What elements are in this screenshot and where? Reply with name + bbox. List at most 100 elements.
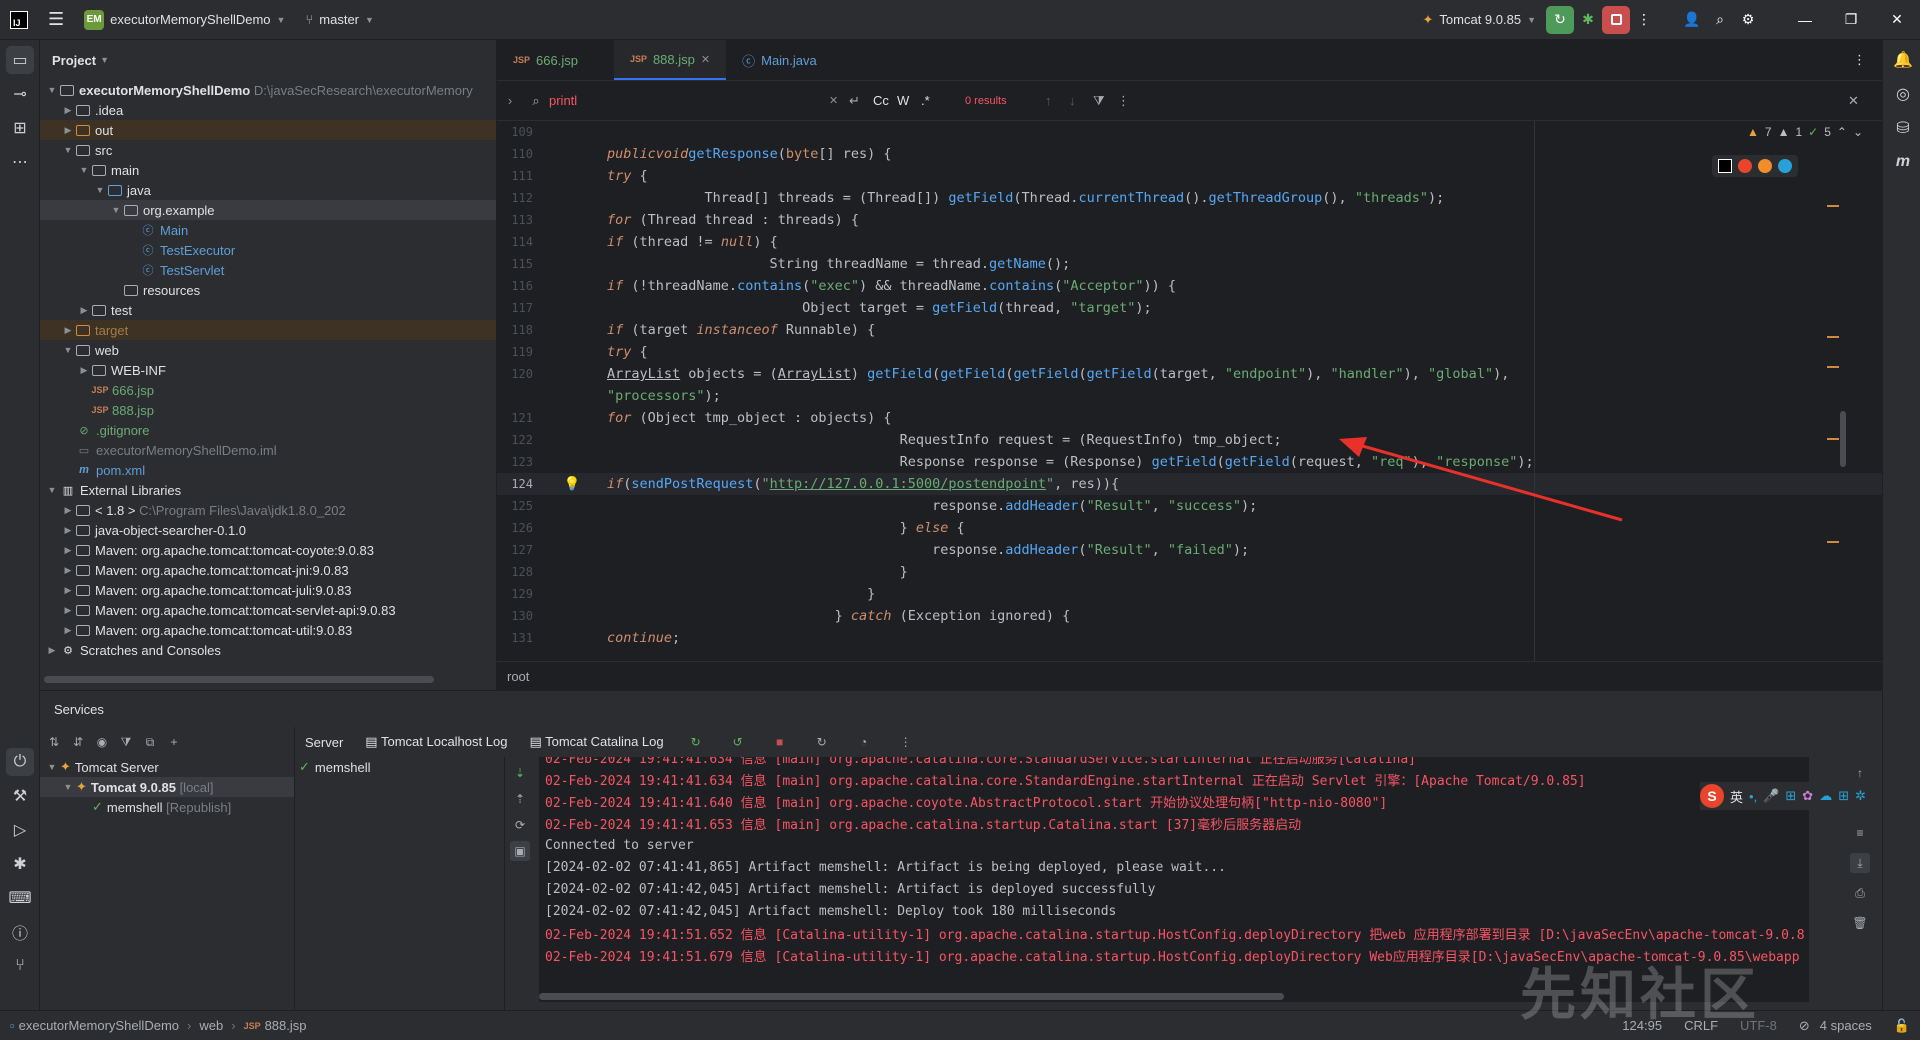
- tree-node[interactable]: ⓒ TestExecutor: [40, 240, 496, 260]
- commit-tool-icon[interactable]: ⊸: [6, 80, 34, 108]
- tree-node[interactable]: ▭ executorMemoryShellDemo.iml: [40, 440, 496, 460]
- new-line-icon[interactable]: ↵: [849, 93, 873, 109]
- filter-icon[interactable]: ⧩: [1093, 93, 1117, 109]
- find-input[interactable]: [549, 93, 829, 108]
- tab-888-jsp[interactable]: JSP 888.jsp ✕: [613, 40, 727, 80]
- tree-node[interactable]: ▼ web: [40, 340, 496, 360]
- app-logo[interactable]: IJ: [0, 6, 38, 34]
- tab-main-java[interactable]: ⓒ Main.java: [726, 40, 833, 80]
- tree-node[interactable]: JSP 666.jsp: [40, 380, 496, 400]
- maximize-button[interactable]: ❐: [1828, 6, 1874, 34]
- indent-setting[interactable]: 4 spaces: [1820, 1018, 1872, 1033]
- status-crumb[interactable]: executorMemoryShellDemo: [19, 1018, 179, 1033]
- microphone-icon[interactable]: 🎤: [1763, 788, 1779, 804]
- terminal-tool-icon[interactable]: ⌨: [6, 884, 34, 912]
- deployment-item[interactable]: ✓ memshell: [295, 757, 504, 777]
- add-service-icon[interactable]: +: [164, 732, 184, 752]
- soft-wrap-icon[interactable]: ≡: [1850, 823, 1870, 843]
- more-icon[interactable]: ⋮: [896, 732, 916, 752]
- tab-catalina-log[interactable]: ▤ Tomcat Catalina Log: [529, 734, 663, 750]
- settings-icon[interactable]: ⚙: [1734, 6, 1762, 34]
- run-tool-icon[interactable]: ▷: [6, 816, 34, 844]
- skin-icon[interactable]: ✿: [1802, 788, 1813, 804]
- artifacts-icon[interactable]: ▣: [510, 841, 530, 861]
- tree-node[interactable]: resources: [40, 280, 496, 300]
- tree-node[interactable]: ▶ Maven: org.apache.tomcat:tomcat-util:9.…: [40, 620, 496, 640]
- vcs-branch-switcher[interactable]: ⑂ master ▼: [295, 6, 383, 34]
- tree-node[interactable]: ⓒ Main: [40, 220, 496, 240]
- scroll-to-end-icon[interactable]: ⤓: [1850, 853, 1870, 873]
- new-tab-icon[interactable]: ⧉: [140, 732, 160, 752]
- project-tool-icon[interactable]: ▭: [6, 46, 34, 74]
- view-options-icon[interactable]: ◉: [92, 732, 112, 752]
- expand-replace-icon[interactable]: ›: [497, 93, 523, 108]
- expand-all-icon[interactable]: ⇅: [44, 732, 64, 752]
- project-switcher[interactable]: EM executorMemoryShellDemo ▼: [74, 6, 295, 34]
- collapse-all-icon[interactable]: ⇵: [68, 732, 88, 752]
- undeploy-icon[interactable]: ⇡: [510, 789, 530, 809]
- git-tool-icon[interactable]: ⑂: [6, 952, 34, 980]
- scroll-up-icon[interactable]: ↑: [1850, 763, 1870, 783]
- tree-node[interactable]: ▶ target: [40, 320, 496, 340]
- minimize-button[interactable]: —: [1782, 6, 1828, 34]
- tree-node[interactable]: ▼ src: [40, 140, 496, 160]
- tabs-more-button[interactable]: ⋮: [1837, 40, 1882, 80]
- tree-node[interactable]: ▶ < 1.8 > C:\Program Files\Java\jdk1.8.0_…: [40, 500, 496, 520]
- build-tool-icon[interactable]: ⚒: [6, 782, 34, 810]
- ime-language[interactable]: 英: [1730, 787, 1743, 806]
- tree-node[interactable]: m pom.xml: [40, 460, 496, 480]
- run-config-selector[interactable]: ✦ Tomcat 9.0.85 ▼: [1413, 6, 1546, 34]
- tree-node[interactable]: ▶ WEB-INF: [40, 360, 496, 380]
- clear-search-icon[interactable]: ✕: [829, 94, 849, 107]
- tree-node[interactable]: ▶ Maven: org.apache.tomcat:tomcat-juli:9.…: [40, 580, 496, 600]
- tree-node[interactable]: ▶ .idea: [40, 100, 496, 120]
- tree-node[interactable]: ▶ test: [40, 300, 496, 320]
- previous-occurrence-icon[interactable]: ↑: [1045, 93, 1069, 108]
- status-crumb[interactable]: web: [199, 1018, 223, 1033]
- update-app-icon[interactable]: ↻: [686, 732, 706, 752]
- debug-tool-icon[interactable]: ✱: [6, 850, 34, 878]
- restart-icon[interactable]: ↻: [812, 732, 832, 752]
- maven-icon[interactable]: m: [1889, 148, 1917, 176]
- tree-node[interactable]: ⓒ TestServlet: [40, 260, 496, 280]
- stop-button[interactable]: [1602, 5, 1630, 34]
- main-menu-button[interactable]: ☰: [38, 6, 74, 34]
- tree-node[interactable]: ▶ Maven: org.apache.tomcat:tomcat-jni:9.0…: [40, 560, 496, 580]
- editor-breadcrumb[interactable]: root: [497, 661, 1882, 690]
- print-icon[interactable]: ⎙: [1850, 883, 1870, 903]
- tree-node[interactable]: JSP 888.jsp: [40, 400, 496, 420]
- ime-toolbar[interactable]: S 英 •, 🎤 ⊞ ✿ ☁ ⊞ ✲: [1700, 782, 1880, 810]
- clear-icon[interactable]: 🗑: [1850, 913, 1870, 933]
- tree-node[interactable]: ▶ out: [40, 120, 496, 140]
- more-tools-icon[interactable]: ⋯: [6, 148, 34, 176]
- lock-icon[interactable]: 🔓: [1894, 1018, 1910, 1034]
- settings-icon[interactable]: ✲: [1855, 788, 1866, 804]
- status-crumb[interactable]: 888.jsp: [265, 1018, 307, 1033]
- service-node[interactable]: ✓ memshell [Republish]: [40, 797, 294, 817]
- notifications-icon[interactable]: 🔔: [1889, 46, 1917, 74]
- horizontal-scrollbar[interactable]: [44, 676, 434, 683]
- service-node[interactable]: ▼ ✦ Tomcat 9.0.85 [local]: [40, 777, 294, 797]
- more-actions-button[interactable]: ⋮: [1630, 6, 1658, 34]
- tree-node[interactable]: ▶ Maven: org.apache.tomcat:tomcat-servlet…: [40, 600, 496, 620]
- search-icon[interactable]: ⌕: [1706, 6, 1734, 34]
- chat-icon[interactable]: ☁: [1819, 788, 1832, 804]
- tree-node[interactable]: ▶ java-object-searcher-0.1.0: [40, 520, 496, 540]
- tab-666-jsp[interactable]: JSP 666.jsp: [497, 40, 614, 80]
- breadcrumb-item[interactable]: root: [507, 669, 529, 684]
- refresh-icon[interactable]: ⟳: [510, 815, 530, 835]
- punctuation-icon[interactable]: •,: [1749, 789, 1757, 804]
- filter-icon[interactable]: ⧩: [116, 732, 136, 752]
- tab-server[interactable]: Server: [305, 735, 343, 750]
- problems-tool-icon[interactable]: ⓘ: [6, 918, 34, 946]
- tree-node[interactable]: ▼ ▥ External Libraries: [40, 480, 496, 500]
- regex-toggle[interactable]: .*: [921, 93, 945, 108]
- grid-icon[interactable]: ⊞: [1838, 788, 1849, 804]
- database-icon[interactable]: ⛁: [1889, 114, 1917, 142]
- tree-node[interactable]: ▶ ⚙ Scratches and Consoles: [40, 640, 496, 660]
- vertical-scrollbar[interactable]: [1840, 411, 1846, 467]
- next-occurrence-icon[interactable]: ↓: [1069, 93, 1093, 108]
- keyboard-icon[interactable]: ⊞: [1785, 788, 1796, 804]
- tree-node[interactable]: ▼ org.example: [40, 200, 496, 220]
- words-toggle[interactable]: W: [897, 93, 921, 108]
